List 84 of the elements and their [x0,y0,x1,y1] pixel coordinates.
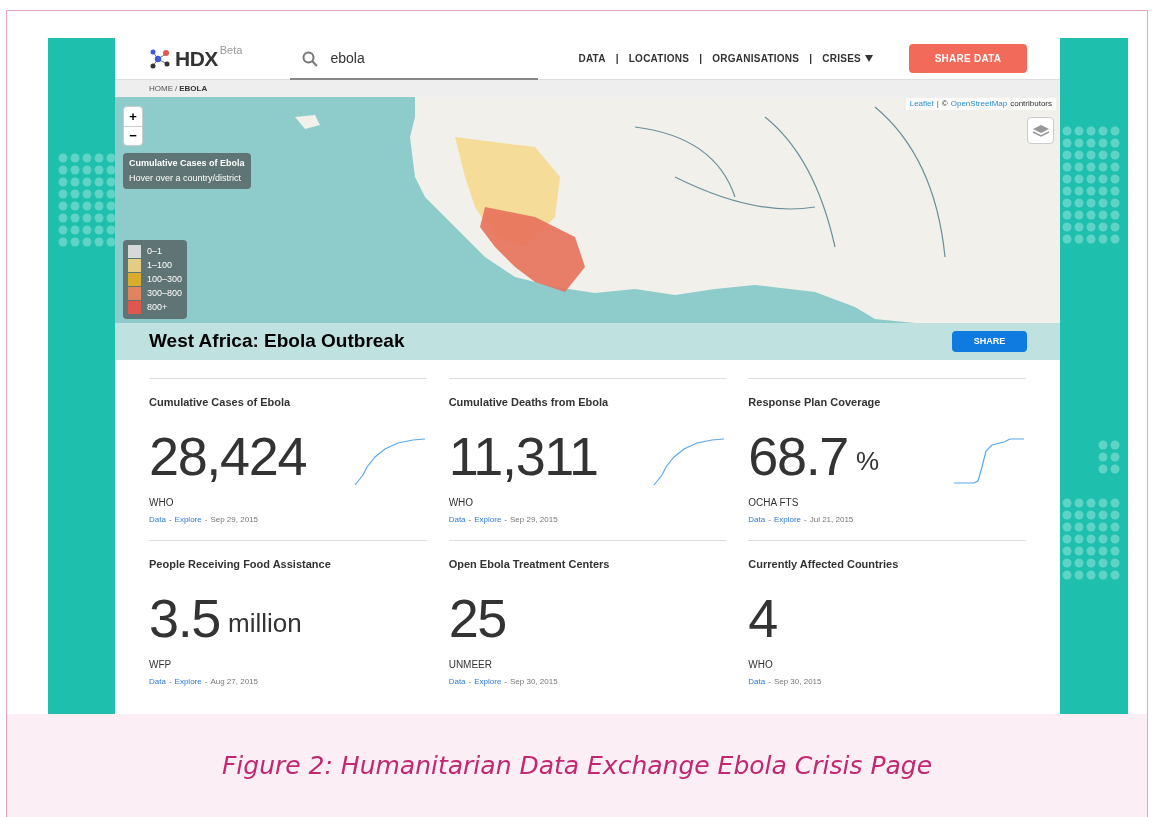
stat-title: Cumulative Cases of Ebola [149,395,292,410]
layers-icon [1031,122,1050,139]
stat-link[interactable]: Explore [174,675,202,688]
link-separator: - [504,675,508,688]
stat-value: 3.5 [149,590,221,645]
share-button[interactable]: SHARE [952,331,1027,352]
stat-link[interactable]: Data [748,513,766,526]
nav-link[interactable]: DATA [578,51,606,66]
legend-label: 100–300 [147,272,183,286]
stat-link[interactable]: Explore [474,675,502,688]
stat-source: WHO [149,495,175,510]
layers-button[interactable] [1027,117,1054,144]
nav-separator: | [809,52,813,66]
attribution-text: © [941,98,948,110]
stat-value: 25 [448,590,507,645]
stat-date: Jul 21, 2015 [809,513,854,526]
breadcrumb-separator: / [175,82,178,95]
search-icon [302,50,319,67]
nav-link[interactable]: CRISES [822,51,873,66]
stat-title: Response Plan Coverage [748,395,882,410]
stat-value: 11,311 [448,428,598,483]
link-separator: - [204,675,208,688]
link-separator: - [468,675,472,688]
info-hint: Hover over a country/district [129,172,243,185]
attribution-separator: | [936,98,939,110]
link-separator: - [168,513,172,526]
figure-caption: Figure 2: Humanitarian Data Exchange Ebola Crisis Page [221,749,933,782]
caret-icon [865,55,873,62]
legend-label: 300–800 [147,286,183,300]
stat-link[interactable]: Data [149,675,166,688]
stat-date: Sep 30, 2015 [773,675,822,688]
stat-date: Sep 29, 2015 [510,513,558,526]
stat-value: 4 [748,590,777,645]
stat-value: 28,424 [149,428,307,483]
attribution-text: contributors [1010,98,1052,110]
link-separator: - [468,513,472,526]
zoom-in-button[interactable]: + [124,107,142,127]
stat-link[interactable]: Data [448,513,466,526]
stat-title: Open Ebola Treatment Centers [448,557,611,572]
stat-link[interactable]: Explore [174,513,202,526]
attribution-link[interactable]: Leaflet [909,98,934,110]
share-data-button[interactable]: SHARE DATA [909,44,1027,73]
stat-link[interactable]: Explore [474,513,502,526]
link-separator: - [168,675,172,688]
attribution-link[interactable]: OpenStreetMap [950,98,1008,110]
stat-source: OCHA FTS [748,495,800,510]
logo-text[interactable]: HDX [175,42,218,75]
nav-link[interactable]: ORGANISATIONS [712,51,800,66]
nav-link[interactable]: LOCATIONS [628,51,690,66]
link-separator: - [804,513,807,526]
stat-date: Sep 30, 2015 [510,675,558,688]
page-title: West Africa: Ebola Outbreak [149,329,405,354]
link-separator: - [204,513,208,526]
breadcrumb-link[interactable]: HOME [149,82,173,95]
stat-link[interactable]: Explore [773,513,802,526]
zoom-out-button[interactable]: − [124,126,142,145]
link-separator: - [768,513,771,526]
stat-unit: million [228,606,302,640]
logo-icon [149,47,171,70]
stat-source: WFP [149,657,173,672]
stat-source: WHO [748,657,774,672]
nav-separator: | [699,52,703,66]
breadcrumb-link[interactable]: EBOLA [179,82,208,95]
stat-source: WHO [448,495,475,510]
legend-label: 0–1 [147,244,163,258]
stat-unit: % [856,444,880,478]
stat-title: Currently Affected Countries [748,557,900,572]
stat-date: Aug 27, 2015 [210,675,258,688]
stat-link[interactable]: Data [149,513,166,526]
stat-date: Sep 29, 2015 [210,513,258,526]
stat-title: Cumulative Deaths from Ebola [448,395,610,410]
stat-link[interactable]: Data [748,675,766,688]
nav-separator: | [615,52,619,66]
stat-value: 68.7 [748,428,849,483]
legend-label: 800+ [147,300,168,314]
legend-label: 1–100 [147,258,173,272]
dot-pattern [1098,440,1122,476]
beta-label: Beta [219,43,243,58]
info-title: Cumulative Cases of Ebola [129,157,245,170]
stat-title: People Receiving Food Assistance [149,557,332,572]
link-separator: - [768,675,771,688]
link-separator: - [504,513,508,526]
stat-source: UNMEER [448,657,493,672]
stat-link[interactable]: Data [448,675,466,688]
